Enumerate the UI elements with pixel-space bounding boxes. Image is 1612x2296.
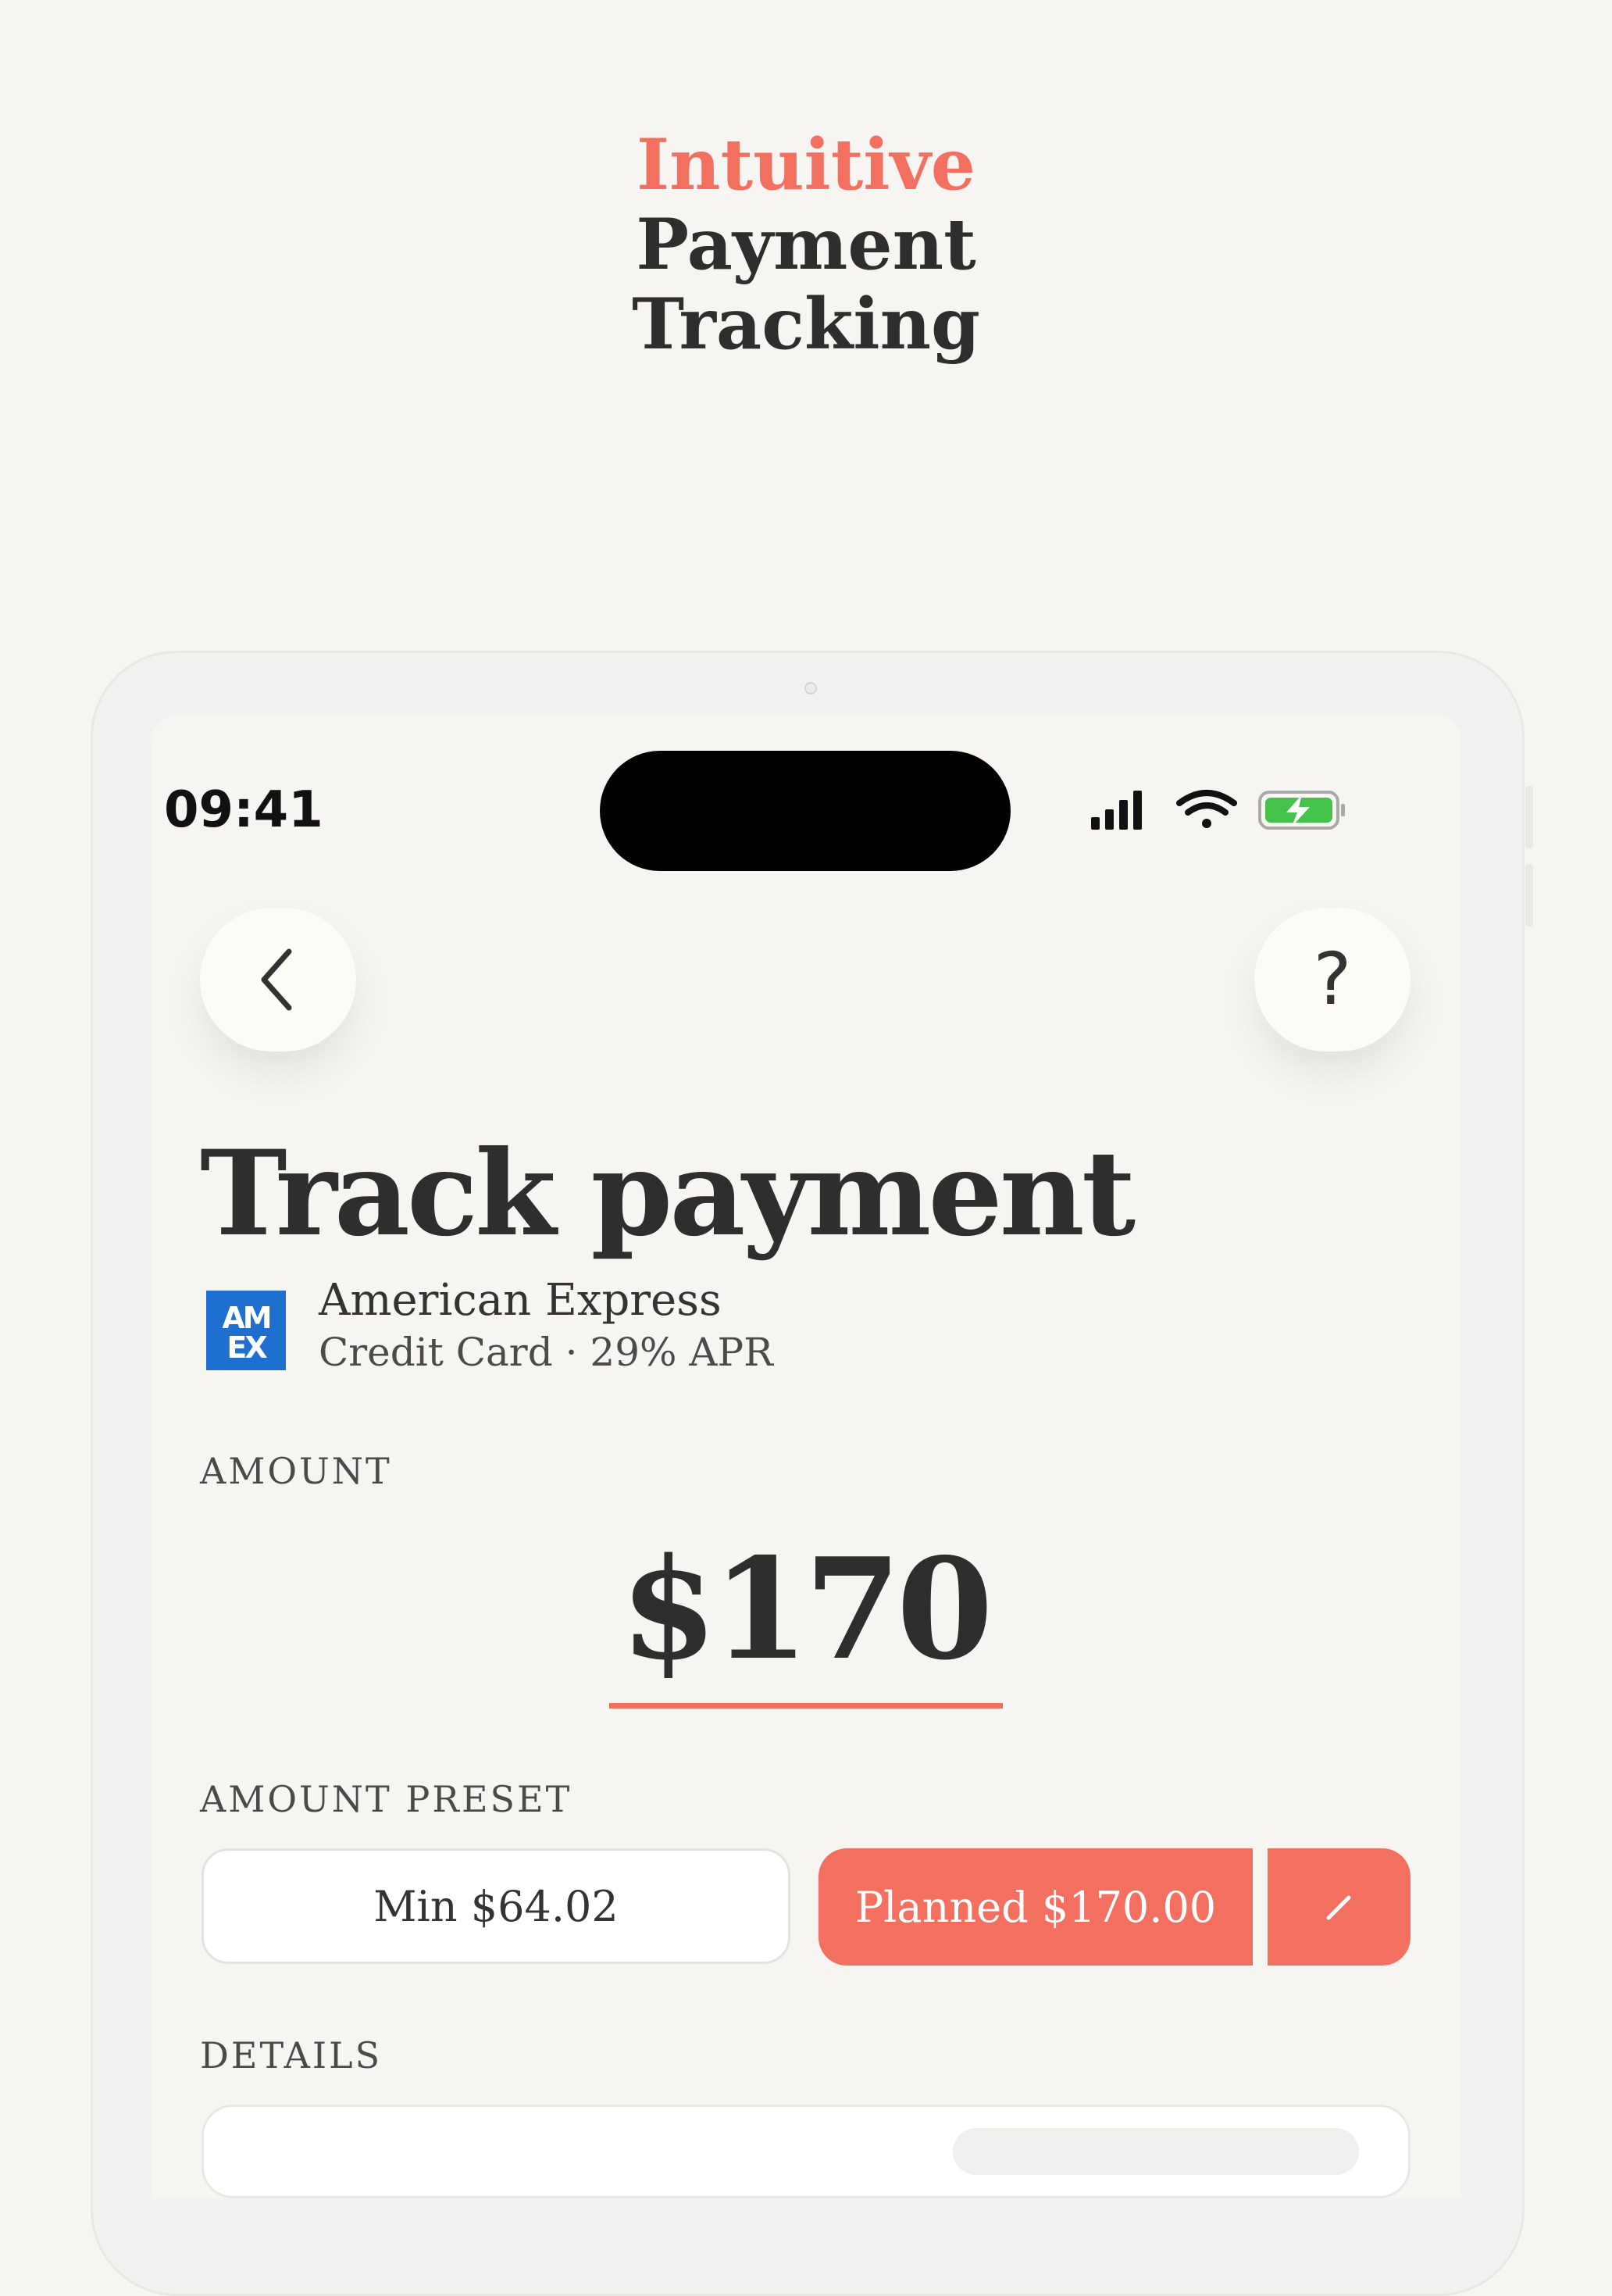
help-button[interactable]: ? — [1254, 908, 1410, 1052]
headline-line-2: Payment — [636, 203, 976, 286]
page-title: Track payment — [200, 1125, 1136, 1262]
camera-dot — [804, 682, 817, 695]
device-side-button — [1525, 864, 1533, 927]
amex-logo: AM EX — [206, 1291, 286, 1370]
headline-accent: Intuitive — [636, 123, 976, 206]
svg-text:EX: EX — [226, 1330, 267, 1365]
headline-line-3: Tracking — [632, 283, 980, 366]
amount-label: AMOUNT — [200, 1450, 392, 1492]
min-preset-button[interactable]: Min $64.02 — [202, 1848, 790, 1964]
status-time: 09:41 — [164, 781, 323, 839]
back-button[interactable] — [200, 908, 356, 1052]
card-name: American Express — [319, 1275, 722, 1326]
wifi-icon — [1176, 790, 1237, 828]
chevron-left-icon — [261, 948, 292, 1011]
planned-preset-button[interactable]: Planned $170.00 — [818, 1848, 1253, 1966]
help-icon: ? — [1313, 937, 1352, 1021]
details-label: DETAILS — [200, 2034, 383, 2076]
cellular-signal-icon — [1091, 791, 1142, 830]
card-subtitle: Credit Card · 29% APR — [319, 1330, 773, 1375]
marketing-headline: Intuitive Payment Tracking — [0, 125, 1612, 364]
amount-underline — [609, 1703, 1003, 1709]
pencil-icon — [1326, 1895, 1350, 1920]
amount-preset-label: AMOUNT PRESET — [200, 1778, 572, 1820]
dynamic-island — [600, 751, 1011, 871]
details-pill[interactable] — [953, 2128, 1359, 2175]
battery-charging-icon — [1258, 791, 1345, 830]
edit-preset-button[interactable] — [1268, 1848, 1410, 1966]
status-icons — [1090, 787, 1355, 837]
device-side-button — [1525, 786, 1533, 848]
amount-input[interactable]: $170 — [609, 1527, 1000, 1691]
